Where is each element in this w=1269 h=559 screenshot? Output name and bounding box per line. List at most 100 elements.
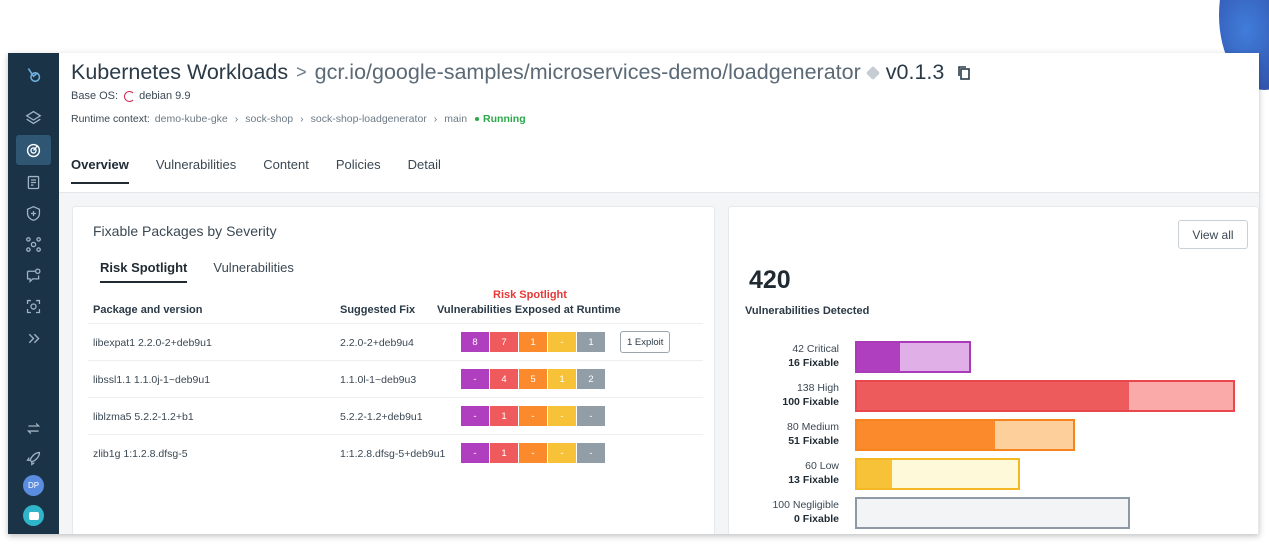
severity-count-cell: 4 xyxy=(490,369,519,389)
severity-count-cell: - xyxy=(577,443,606,463)
severity-count-cell: 5 xyxy=(519,369,548,389)
subtab-risk-spotlight[interactable]: Risk Spotlight xyxy=(100,260,188,283)
severity-bar[interactable] xyxy=(855,497,1130,529)
severity-total-label: 80 Medium xyxy=(787,421,839,433)
subtab-bar: Risk Spotlight Vulnerabilities xyxy=(100,260,320,283)
total-vulnerabilities: 420 xyxy=(749,266,791,294)
runtime-crumb-workload[interactable]: sock-shop-loadgenerator xyxy=(311,113,427,125)
suggested-fix: 5.2.2-1.2+deb9u1 xyxy=(340,411,423,423)
table-row[interactable]: zlib1g 1:1.2.8.dfsg-5 1:1.2.8.dfsg-5+deb9… xyxy=(88,434,703,471)
severity-bar[interactable] xyxy=(855,458,1020,490)
shield-icon[interactable] xyxy=(16,198,51,228)
chat-alert-icon[interactable] xyxy=(16,260,51,290)
vulnerability-summary-card: View all 420 Vulnerabilities Detected 42… xyxy=(728,206,1259,534)
column-header-vulns: Vulnerabilities Exposed at Runtime xyxy=(437,304,621,316)
status-dot-icon xyxy=(475,117,480,121)
base-os: Base OS: debian 9.9 xyxy=(71,90,190,102)
exploit-button[interactable]: 1 Exploit xyxy=(620,331,671,353)
chevron-right-icon: › xyxy=(433,113,438,125)
tab-overview[interactable]: Overview xyxy=(71,157,129,184)
subtab-vulnerabilities[interactable]: Vulnerabilities xyxy=(213,260,293,283)
rocket-icon[interactable] xyxy=(16,443,51,473)
breadcrumb-kubernetes-workloads[interactable]: Kubernetes Workloads xyxy=(71,60,288,85)
severity-count-cell: - xyxy=(519,406,548,426)
severity-label: 42 Critical 16 Fixable xyxy=(788,342,839,370)
severity-count-cell: 1 xyxy=(519,332,548,352)
expand-icon[interactable] xyxy=(16,323,51,353)
breadcrumb-separator: > xyxy=(296,62,307,82)
severity-label: 80 Medium 51 Fixable xyxy=(787,420,839,448)
column-header-fix: Suggested Fix xyxy=(340,304,416,316)
severity-row: 138 High 100 Fixable xyxy=(729,378,1259,417)
total-vulnerabilities-label: Vulnerabilities Detected xyxy=(745,305,870,317)
base-os-label: Base OS: xyxy=(71,90,119,102)
severity-count-bar: 871-1 xyxy=(461,332,606,352)
severity-fixable-fill xyxy=(857,421,995,449)
network-icon[interactable] xyxy=(16,229,51,259)
sidebar: DP xyxy=(8,53,59,534)
chat-icon[interactable] xyxy=(23,505,44,526)
scan-icon[interactable] xyxy=(16,291,51,321)
table-row[interactable]: liblzma5 5.2.2-1.2+b1 5.2.2-1.2+deb9u1-1-… xyxy=(88,397,703,434)
swap-icon[interactable] xyxy=(16,413,51,443)
table-row[interactable]: libexpat1 2.2.0-2+deb9u1 2.2.0-2+deb9u4 8 7… xyxy=(88,323,703,360)
chevron-right-icon: › xyxy=(300,113,304,125)
severity-fixable-label: 13 Fixable xyxy=(788,474,839,486)
severity-count-bar: -4512 xyxy=(461,369,606,389)
severity-fixable-fill xyxy=(857,382,1130,410)
severity-total-label: 138 High xyxy=(796,382,839,394)
report-icon[interactable] xyxy=(16,167,51,197)
table-row[interactable]: libssl1.1 1.1.0j-1~deb9u1 1.1.0l-1~deb9u3… xyxy=(88,360,703,397)
severity-count-cell: 8 xyxy=(461,332,490,352)
view-all-button[interactable]: View all xyxy=(1178,220,1248,249)
layers-icon[interactable] xyxy=(16,102,51,132)
severity-count-cell: - xyxy=(548,443,577,463)
severity-total-label: 100 Negligible xyxy=(772,499,839,511)
tab-detail[interactable]: Detail xyxy=(408,157,441,184)
chevron-right-icon: › xyxy=(234,113,239,125)
user-avatar[interactable]: DP xyxy=(23,475,44,496)
suggested-fix: 1.1.0l-1~deb9u3 xyxy=(340,374,417,386)
severity-count-cell: 7 xyxy=(490,332,519,352)
package-name: libssl1.1 1.1.0j-1~deb9u1 xyxy=(93,374,211,386)
page-header: Kubernetes Workloads > gcr.io/google-sam… xyxy=(59,53,1259,193)
tag-icon xyxy=(865,65,880,80)
image-path: gcr.io/google-samples/microservices-demo… xyxy=(314,60,861,84)
severity-row: 60 Low 13 Fixable xyxy=(729,456,1259,495)
package-name: liblzma5 5.2.2-1.2+b1 xyxy=(93,411,194,423)
tab-policies[interactable]: Policies xyxy=(336,157,381,184)
severity-row: 80 Medium 51 Fixable xyxy=(729,417,1259,456)
severity-label: 60 Low 13 Fixable xyxy=(788,459,839,487)
severity-count-cell: 1 xyxy=(490,406,519,426)
logo-icon[interactable] xyxy=(16,59,51,89)
copy-icon[interactable] xyxy=(956,65,972,81)
severity-count-cell: 1 xyxy=(548,369,577,389)
severity-count-cell: - xyxy=(519,443,548,463)
column-header-package: Package and version xyxy=(93,304,203,316)
runtime-status: Running xyxy=(483,113,526,125)
severity-fixable-label: 100 Fixable xyxy=(782,396,839,408)
runtime-crumb-namespace[interactable]: sock-shop xyxy=(245,113,293,125)
radar-icon[interactable] xyxy=(16,135,51,165)
package-name: libexpat1 2.2.0-2+deb9u1 xyxy=(93,337,212,349)
severity-label: 138 High 100 Fixable xyxy=(782,381,839,409)
tab-content[interactable]: Content xyxy=(263,157,309,184)
severity-count-cell: - xyxy=(548,406,577,426)
severity-fixable-fill xyxy=(857,460,892,488)
severity-fixable-label: 16 Fixable xyxy=(788,357,839,369)
severity-fixable-label: 0 Fixable xyxy=(794,513,839,525)
tab-vulnerabilities[interactable]: Vulnerabilities xyxy=(156,157,236,184)
runtime-crumb-cluster[interactable]: demo-kube-gke xyxy=(155,113,228,125)
severity-fixable-fill xyxy=(857,343,900,371)
avatar-initials: DP xyxy=(27,481,40,490)
package-table: libexpat1 2.2.0-2+deb9u1 2.2.0-2+deb9u4 8 7… xyxy=(88,323,703,471)
severity-bar[interactable] xyxy=(855,419,1075,451)
severity-bar[interactable] xyxy=(855,380,1235,412)
severity-row: 42 Critical 16 Fixable xyxy=(729,339,1259,378)
severity-bar[interactable] xyxy=(855,341,971,373)
runtime-crumb-container[interactable]: main xyxy=(444,113,467,125)
page-title: Kubernetes Workloads > gcr.io/google-sam… xyxy=(71,60,972,85)
severity-count-cell: - xyxy=(461,406,490,426)
fixable-packages-card: Fixable Packages by Severity Risk Spotli… xyxy=(72,206,715,534)
severity-row: 100 Negligible 0 Fixable xyxy=(729,495,1259,534)
